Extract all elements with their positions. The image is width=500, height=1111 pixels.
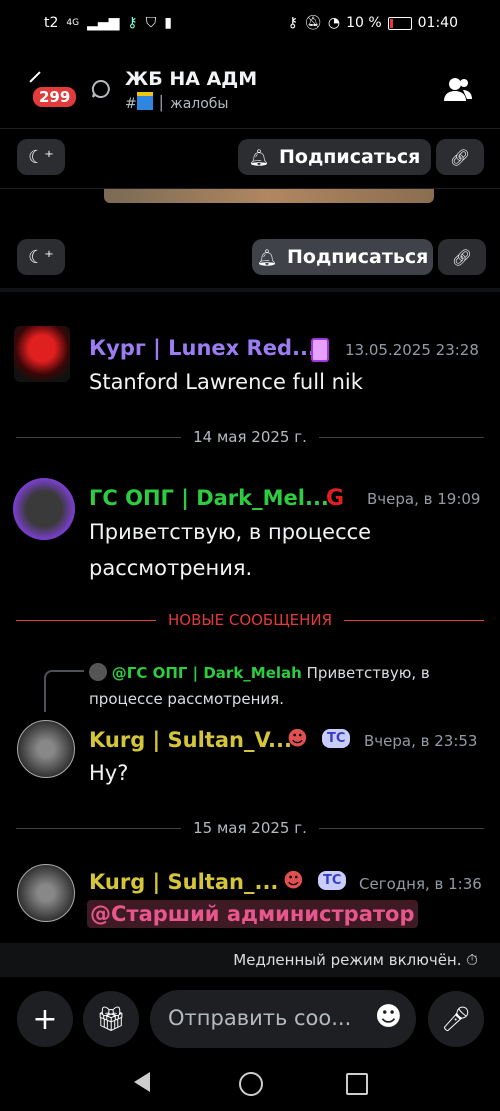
avatar: [89, 663, 107, 681]
new-label: НОВЫЕ СООБЩЕНИЯ: [167, 611, 333, 629]
emoji-button[interactable]: ☾⁺: [17, 139, 65, 175]
timer-icon: ⏱︎: [466, 951, 478, 969]
message-author[interactable]: Kurg | Sultan_...: [89, 870, 278, 894]
divider-line: [0, 288, 500, 292]
message-input[interactable]: Отправить соо... ☻: [150, 990, 416, 1048]
date-divider: 14 мая 2025 г.: [16, 427, 484, 447]
page-title: ЖБ НА АДМ: [125, 68, 258, 90]
reply-author[interactable]: @ГС ОПГ | Dark_Melah: [112, 664, 302, 682]
message-time: Сегодня, в 1:36: [359, 875, 482, 893]
slowmode-label: Медленный режим включён. ⏱︎: [233, 951, 478, 969]
members-icon[interactable]: [444, 76, 472, 102]
reply-preview[interactable]: @ГС ОПГ | Dark_Melah Приветствую, в проц…: [89, 660, 484, 712]
date-divider: 15 мая 2025 г.: [16, 818, 484, 838]
avatar[interactable]: [13, 478, 75, 540]
emoji-icon[interactable]: ☻: [375, 1002, 402, 1032]
battery-icon: [387, 16, 412, 30]
link-button[interactable]: 🔗︎: [436, 139, 484, 175]
signal-icon: ▂▄▆: [87, 15, 120, 31]
avatar[interactable]: [17, 864, 75, 922]
link-icon: 🔗︎: [451, 247, 473, 267]
voice-button[interactable]: 🎤︎: [428, 991, 484, 1047]
message-text: Приветствую, в процессе: [89, 520, 372, 544]
subscribe-label: Подписаться: [287, 246, 429, 268]
moon-plus-icon: ☾⁺: [28, 146, 54, 168]
date-label: 14 мая 2025 г.: [193, 428, 307, 446]
slowmode-text: Медленный режим включён.: [233, 951, 462, 969]
message-text: Ну?: [89, 761, 129, 785]
message-author[interactable]: Кург | Lunex Red...: [89, 336, 316, 360]
mute-icon: 🔕︎: [304, 15, 322, 31]
channel-name: жалобы: [170, 96, 229, 112]
new-messages-divider: НОВЫЕ СООБЩЕНИЯ: [16, 610, 485, 630]
emoji-button[interactable]: ☾⁺: [17, 239, 65, 275]
message-text: Stanford Lawrence full nik: [89, 370, 363, 394]
network-label: 4G: [66, 18, 80, 28]
subscribe-label: Подписаться: [279, 146, 421, 168]
role-badge: ТС: [322, 729, 351, 748]
gift-button[interactable]: 🎁︎: [83, 991, 139, 1047]
microphone-icon: 🎤︎: [440, 1005, 472, 1033]
subscribe-button[interactable]: 🔔︎ Подписаться: [238, 139, 431, 175]
hash-label: #: [125, 96, 137, 112]
gem-icon: [311, 338, 329, 362]
reply-connector: [44, 670, 84, 712]
message-author[interactable]: ГС ОПГ | Dark_Mel...: [89, 486, 329, 510]
message-placeholder: Отправить соо...: [168, 1006, 352, 1030]
message-text: рассмотрения.: [89, 556, 253, 580]
message-time: Вчера, в 23:53: [364, 732, 478, 750]
back-nav-icon[interactable]: [134, 1072, 150, 1092]
bell-icon: 🔔︎: [248, 147, 269, 167]
battery-label: 10 %: [346, 15, 382, 31]
mention[interactable]: @Старший администратор: [87, 900, 418, 928]
carrier-label: t2: [44, 15, 59, 31]
message-time: 13.05.2025 23:28: [345, 341, 479, 359]
avatar[interactable]: [17, 720, 75, 778]
role-emoji-icon: ☻: [283, 868, 304, 892]
reply-text: Приветствую, в: [306, 664, 430, 682]
subscribe-button[interactable]: 🔔︎ Подписаться: [252, 239, 433, 275]
speed-icon: ◔: [327, 15, 341, 31]
date-label: 15 мая 2025 г.: [193, 819, 307, 837]
home-nav-icon[interactable]: [239, 1072, 263, 1096]
reply-text: процессе рассмотрения.: [89, 690, 284, 708]
unread-badge: 299: [30, 84, 80, 110]
plus-icon: +: [32, 1001, 58, 1037]
link-icon: 🔗︎: [449, 147, 471, 167]
embed-image[interactable]: [104, 189, 434, 203]
avatar[interactable]: [14, 326, 70, 382]
recents-nav-icon[interactable]: [346, 1073, 368, 1095]
message-author[interactable]: Kurg | Sultan_V...: [89, 728, 292, 752]
status-bar: t2 4G ▂▄▆ ⚷ ⛉ ▮ ⚷ 🔕︎ ◔ 10 % 01:40: [0, 0, 500, 48]
bell-icon: 🔔︎: [256, 247, 277, 267]
brand-logo-icon: G: [326, 486, 345, 511]
channel-subtitle: # │ жалобы: [125, 92, 228, 112]
mailbox-icon: [136, 92, 153, 110]
key-icon: ⚷: [287, 15, 299, 31]
link-button[interactable]: 🔗︎: [438, 239, 486, 275]
add-attachment-button[interactable]: +: [17, 991, 73, 1047]
moon-plus-icon: ☾⁺: [28, 246, 54, 268]
shield-icon: ⛉: [145, 15, 157, 31]
gift-icon: 🎁︎: [95, 1005, 127, 1033]
alert-icon: ▮: [164, 15, 172, 31]
role-emoji-icon: ☻: [287, 726, 308, 750]
key-icon: ⚷: [127, 15, 138, 31]
message-time: Вчера, в 19:09: [367, 490, 481, 508]
thread-icon: [91, 79, 110, 98]
role-badge: ТС: [318, 871, 347, 890]
clock: 01:40: [417, 15, 458, 31]
